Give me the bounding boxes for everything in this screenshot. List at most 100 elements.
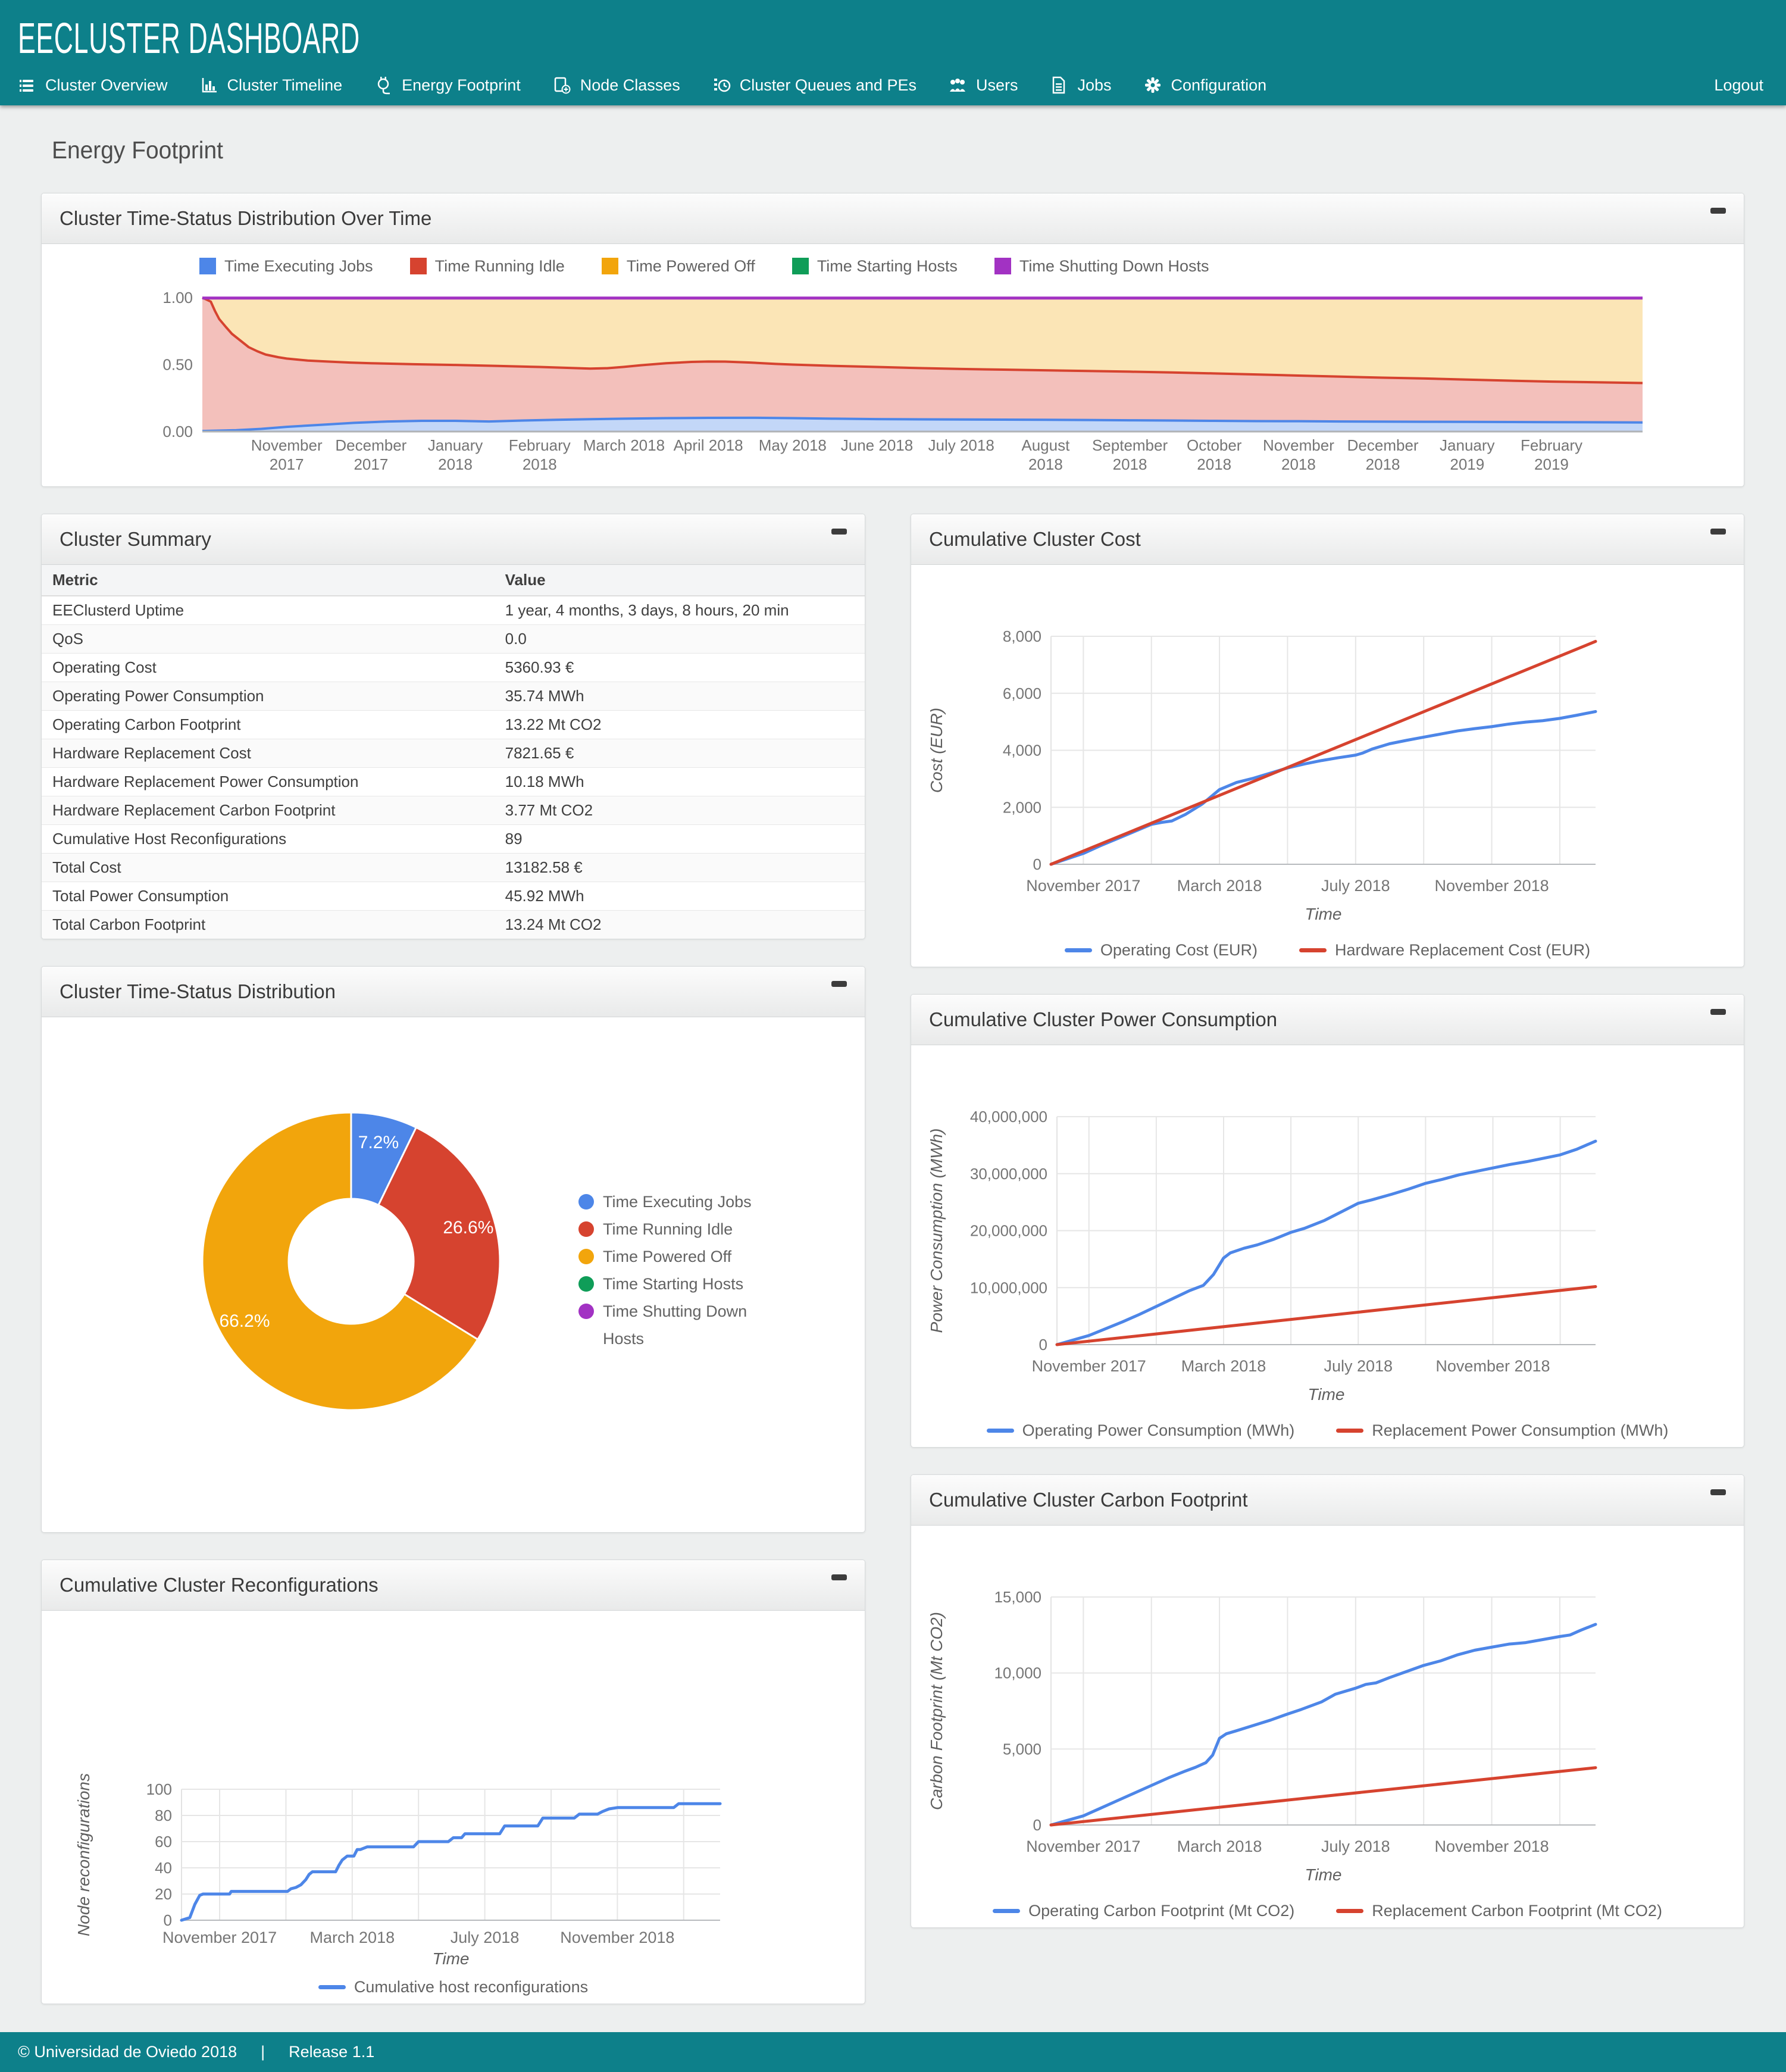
svg-text:2018: 2018 — [1366, 455, 1400, 473]
value-cell: 10.18 MWh — [494, 767, 865, 796]
metric-cell: Operating Power Consumption — [42, 682, 495, 711]
table-row: Hardware Replacement Carbon Footprint 3.7… — [42, 796, 865, 825]
table-row: Hardware Replacement Power Consumption 10… — [42, 767, 865, 796]
svg-text:10,000,000: 10,000,000 — [970, 1279, 1047, 1296]
svg-text:2019: 2019 — [1450, 455, 1484, 473]
panel-cumulative-cost: Cumulative Cluster Cost 0 2,000 4,000 6,000… — [911, 514, 1744, 967]
svg-text:Time Running Idle: Time Running Idle — [603, 1220, 733, 1238]
panel-title: Cluster Time-Status Distribution — [60, 980, 336, 1002]
nav-item-energy-footprint[interactable]: Energy Footprint — [373, 75, 521, 96]
svg-text:March 2018: March 2018 — [583, 436, 665, 454]
nav-item-cluster-queues-and-pes[interactable]: Cluster Queues and PEs — [711, 75, 917, 96]
nav-item-label: Configuration — [1171, 76, 1267, 94]
svg-text:July 2018: July 2018 — [1321, 1837, 1390, 1855]
nav-item-label: Jobs — [1077, 76, 1112, 94]
legend-item: Operating Cost (EUR) — [1064, 941, 1258, 960]
value-cell: 89 — [494, 824, 865, 854]
nav-item-cluster-overview[interactable]: Cluster Overview — [17, 75, 168, 96]
value-cell: 13182.58 € — [494, 853, 865, 882]
nav-item-configuration[interactable]: Configuration — [1143, 75, 1267, 96]
nav-item-jobs[interactable]: Jobs — [1049, 75, 1112, 96]
nav-item-node-classes[interactable]: Node Classes — [552, 75, 680, 96]
value-cell: 13.22 Mt CO2 — [494, 710, 865, 739]
chart-legend: Operating Power Consumption (MWh) Replace… — [911, 1414, 1744, 1447]
svg-text:1.00: 1.00 — [162, 289, 193, 307]
svg-text:November: November — [1263, 436, 1334, 454]
svg-text:4,000: 4,000 — [1003, 742, 1041, 760]
bar-chart-icon — [202, 78, 217, 93]
nav-item-cluster-timeline[interactable]: Cluster Timeline — [199, 75, 343, 96]
svg-text:November 2017: November 2017 — [1032, 1357, 1146, 1375]
svg-text:July 2018: July 2018 — [1321, 877, 1390, 895]
collapse-button[interactable] — [831, 529, 847, 535]
legend-swatch — [409, 258, 427, 274]
svg-text:November 2018: November 2018 — [560, 1929, 674, 1946]
svg-text:March 2018: March 2018 — [1181, 1357, 1266, 1375]
svg-text:June 2018: June 2018 — [841, 436, 913, 454]
plug-icon — [377, 77, 390, 95]
legend-swatch — [601, 258, 618, 274]
column-header-value: Value — [494, 565, 865, 596]
svg-text:Time: Time — [1305, 1865, 1342, 1884]
value-cell: 3.77 Mt CO2 — [494, 796, 865, 825]
legend-item: Operating Carbon Footprint (Mt CO2) — [993, 1902, 1294, 1920]
value-cell: 35.74 MWh — [494, 682, 865, 711]
legend-label: Time Executing Jobs — [224, 257, 373, 275]
table-row: Total Power Consumption 45.92 MWh — [42, 882, 865, 911]
panel-header: Cumulative Cluster Power Consumption — [911, 995, 1744, 1045]
table-row: Hardware Replacement Cost 7821.65 € — [42, 739, 865, 768]
svg-text:80: 80 — [155, 1807, 172, 1824]
svg-text:November 2018: November 2018 — [1435, 877, 1549, 895]
svg-text:February: February — [1521, 436, 1582, 454]
svg-text:Time: Time — [1308, 1385, 1345, 1404]
legend-item: Time Running Idle — [409, 257, 565, 276]
collapse-button[interactable] — [1710, 1489, 1726, 1495]
legend-item: Operating Power Consumption (MWh) — [986, 1421, 1294, 1440]
svg-text:2018: 2018 — [523, 455, 557, 473]
svg-text:Time Shutting Down: Time Shutting Down — [603, 1302, 747, 1320]
collapse-button[interactable] — [1710, 1009, 1726, 1015]
collapse-button[interactable] — [831, 1574, 847, 1580]
collapse-button[interactable] — [1710, 208, 1726, 214]
metric-cell: Hardware Replacement Power Consumption — [42, 767, 495, 796]
svg-text:2019: 2019 — [1534, 455, 1569, 473]
collapse-button[interactable] — [831, 981, 847, 987]
nav-item-label: Users — [975, 76, 1018, 94]
panel-time-status-distribution: Cluster Time-Status Distribution 7.2% 26.… — [41, 966, 865, 1533]
svg-text:40: 40 — [155, 1859, 172, 1877]
legend-label: Replacement Carbon Footprint (Mt CO2) — [1372, 1902, 1662, 1920]
footer-copyright: © Universidad de Oviedo 2018 — [18, 2043, 237, 2061]
panel-cluster-summary: Cluster Summary Metric Value EEClusterd … — [41, 514, 865, 939]
metric-cell: Total Cost — [42, 853, 495, 882]
nav-item-users[interactable]: Users — [947, 75, 1018, 96]
value-cell: 5360.93 € — [494, 653, 865, 682]
metric-cell: Operating Carbon Footprint — [42, 710, 495, 739]
svg-text:January: January — [428, 436, 483, 454]
panel-title: Cluster Time-Status Distribution Over Ti… — [60, 207, 432, 229]
svg-text:2018: 2018 — [1028, 455, 1063, 473]
value-cell: 0.0 — [494, 624, 865, 654]
svg-text:Hosts: Hosts — [603, 1330, 644, 1348]
nav-item-label: Cluster Timeline — [227, 76, 343, 94]
table-row: Total Cost 13182.58 € — [42, 853, 865, 882]
logout-button[interactable]: Logout — [1714, 76, 1763, 95]
collapse-button[interactable] — [1710, 529, 1726, 535]
metric-cell: Operating Cost — [42, 653, 495, 682]
svg-text:Time Executing Jobs: Time Executing Jobs — [603, 1193, 752, 1211]
svg-text:2017: 2017 — [270, 455, 304, 473]
panel-header: Cluster Time-Status Distribution Over Ti… — [42, 193, 1744, 244]
legend-swatch — [986, 1429, 1014, 1433]
legend-label: Time Starting Hosts — [817, 257, 958, 275]
svg-text:26.6%: 26.6% — [443, 1218, 493, 1237]
metric-cell: Hardware Replacement Cost — [42, 739, 495, 768]
svg-text:5,000: 5,000 — [1003, 1740, 1041, 1758]
queue-clock-icon — [714, 79, 731, 92]
svg-text:20,000,000: 20,000,000 — [970, 1222, 1047, 1240]
svg-text:May 2018: May 2018 — [759, 436, 827, 454]
panel-header: Cumulative Cluster Reconfigurations — [42, 1560, 865, 1611]
legend-swatch — [1064, 948, 1092, 952]
cluster-summary-table: Metric Value EEClusterd Uptime 1 year, 4 … — [42, 565, 865, 939]
svg-text:100: 100 — [146, 1780, 172, 1798]
legend-label: Cumulative host reconfigurations — [354, 1978, 589, 1996]
svg-text:August: August — [1021, 436, 1070, 454]
